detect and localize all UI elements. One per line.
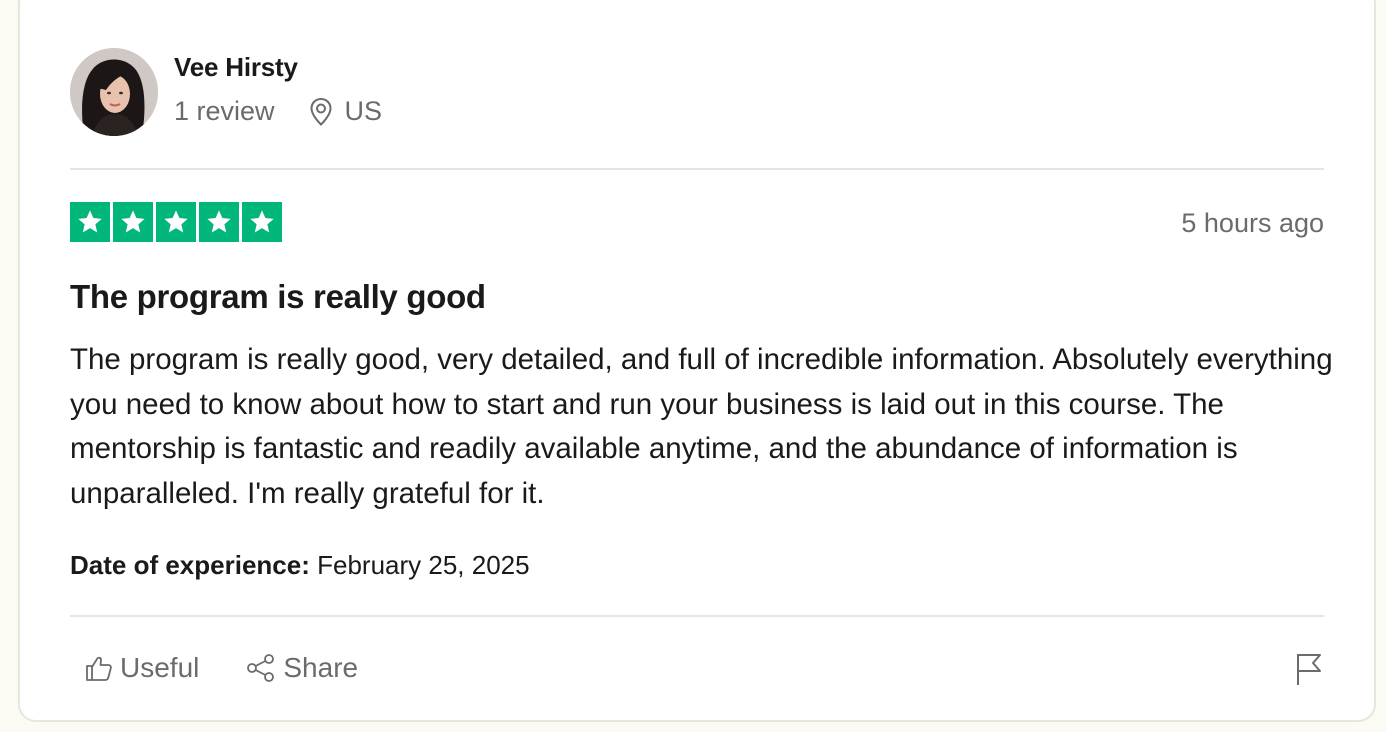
star-icon [70,202,110,242]
date-of-experience: Date of experience: February 25, 2025 [70,550,530,581]
share-button[interactable]: Share [245,652,358,684]
reviewer-location: US [309,96,383,127]
avatar-photo [70,48,158,136]
star-rating [70,202,282,242]
experience-label: Date of experience: [70,550,310,580]
thumbs-up-icon [86,656,112,681]
star-icon [199,202,239,242]
reviewer-name[interactable]: Vee Hirsty [174,52,298,83]
review-body: The program is really good, very detaile… [70,343,1333,511]
share-label: Share [283,652,359,683]
star-icon [156,202,196,242]
footer-divider [70,615,1324,617]
review-card-content: Vee Hirsty 1 review US 5 hours ago The p… [70,0,1333,720]
star-icon [113,202,153,242]
useful-button[interactable]: Useful [84,652,199,684]
reviewer-avatar[interactable] [70,48,158,136]
share-icon [247,654,275,682]
review-posted-time: 5 hours ago [1181,208,1324,238]
country-code: US [344,96,383,126]
review-count: 1 review [174,96,275,126]
review-actions: Useful Share [84,652,358,684]
reviewer-meta: 1 review US [174,96,382,127]
flag-icon[interactable] [1294,651,1324,687]
review-title[interactable]: The program is really good [70,278,486,316]
review-card: Vee Hirsty 1 review US 5 hours ago The p… [18,0,1376,722]
useful-label: Useful [120,652,200,683]
header-divider [70,168,1324,170]
map-pin-icon [310,97,332,126]
experience-date: February 25, 2025 [317,550,530,580]
star-icon [242,202,282,242]
